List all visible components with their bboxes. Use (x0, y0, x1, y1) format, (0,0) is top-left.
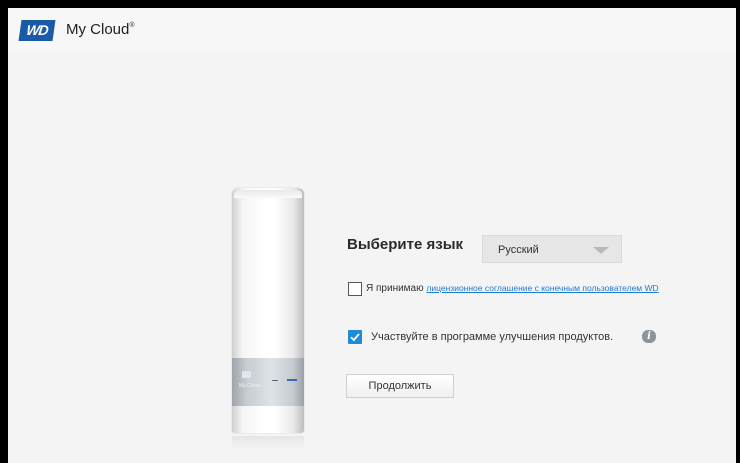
checkmark-icon (350, 333, 360, 342)
device-band (232, 358, 304, 406)
device-dash (272, 380, 278, 381)
eula-link[interactable]: лицензионное соглашение с конечным польз… (426, 283, 658, 293)
setup-window: WD My Cloud® My Cloud Выберите язык Русс… (8, 8, 736, 463)
device-reflection (232, 436, 304, 450)
language-select[interactable]: Русский (482, 235, 622, 263)
language-label: Выберите язык (347, 236, 464, 253)
device-brand-text: My Cloud (239, 383, 261, 389)
app-title-text: My Cloud (66, 21, 130, 38)
info-icon[interactable]: i (642, 330, 656, 343)
device-illustration: My Cloud (232, 188, 304, 450)
improvement-checkbox[interactable] (348, 330, 362, 344)
eula-text: Я принимаю лицензионное соглашение с кон… (366, 283, 659, 294)
eula-prefix: Я принимаю (366, 283, 424, 294)
chevron-down-icon (593, 247, 609, 254)
device-status-light (287, 379, 297, 381)
header-bar: WD My Cloud® (8, 8, 736, 52)
language-selected-value: Русский (498, 244, 539, 256)
device-top (234, 190, 302, 198)
improvement-label: Участвуйте в программе улучшения продукт… (371, 331, 614, 343)
device-wd-badge (242, 371, 251, 378)
app-title: My Cloud® (66, 21, 135, 38)
wd-logo: WD (18, 20, 56, 41)
info-icon-glyph: i (647, 331, 651, 342)
registered-mark: ® (129, 22, 135, 29)
eula-checkbox[interactable] (348, 282, 362, 296)
continue-button[interactable]: Продолжить (346, 374, 454, 398)
